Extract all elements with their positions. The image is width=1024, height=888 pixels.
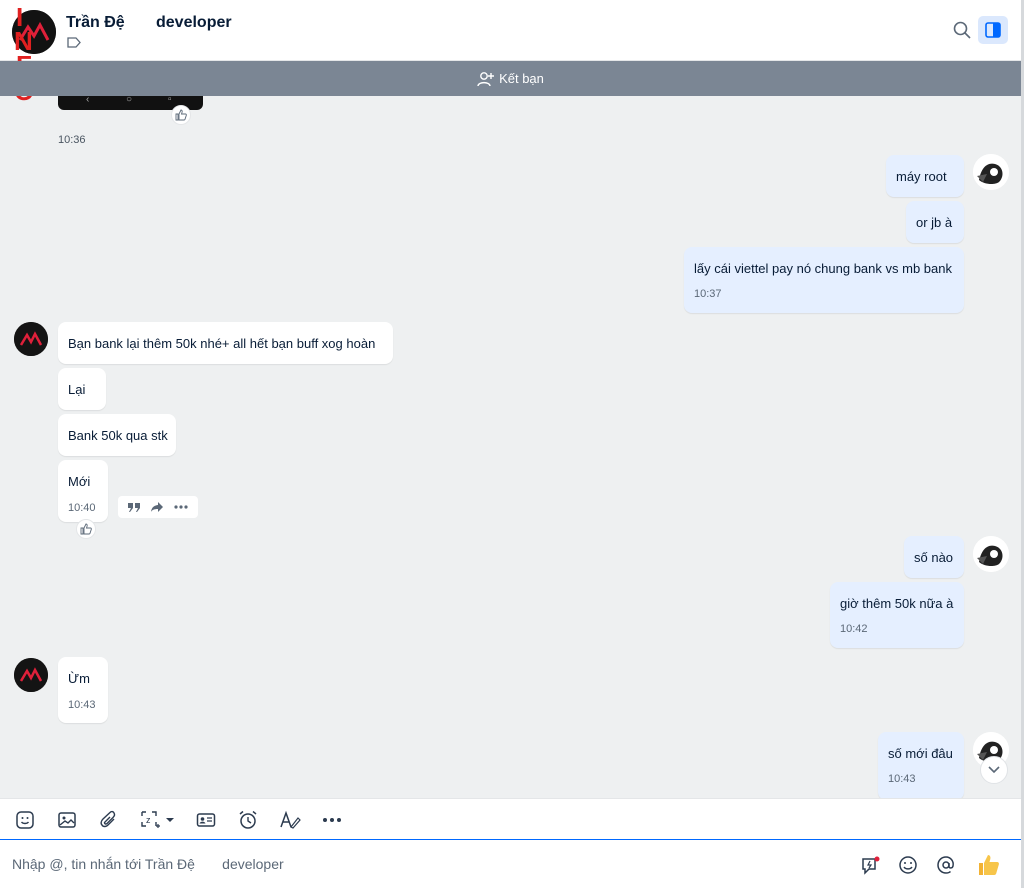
emoji-button[interactable] xyxy=(897,854,919,876)
contact-avatar-small[interactable] xyxy=(14,322,48,356)
message-bubble-outgoing[interactable]: máy root xyxy=(886,155,964,197)
message-bubble-outgoing[interactable]: or jb à xyxy=(906,201,964,243)
message-bubble-incoming[interactable]: Bank 50k qua stk xyxy=(58,414,176,456)
reminder-button[interactable] xyxy=(237,809,259,831)
message-text: Bạn bank lại thêm 50k nhé+ all hết bạn b… xyxy=(68,336,376,351)
sticker-icon xyxy=(16,811,34,829)
my-avatar[interactable] xyxy=(973,536,1009,572)
message-actions xyxy=(118,496,198,518)
screenshot-button[interactable]: z xyxy=(138,809,178,831)
search-icon[interactable] xyxy=(952,20,972,40)
message-time: 10:42 xyxy=(840,623,868,635)
message-time: 10:43 xyxy=(68,699,96,711)
tag-icon[interactable] xyxy=(67,37,81,48)
message-time: 10:36 xyxy=(58,134,86,146)
message-bubble-outgoing[interactable]: lấy cái viettel pay nó chung bank vs mb … xyxy=(684,247,964,313)
message-input[interactable] xyxy=(12,854,612,874)
composer xyxy=(0,840,1021,888)
message-bubble-incoming[interactable]: Mới 10:40 xyxy=(58,460,108,522)
message-text: lấy cái viettel pay nó chung bank vs mb … xyxy=(694,261,952,276)
message-time: 10:40 xyxy=(68,502,96,514)
contact-card-icon xyxy=(196,813,216,827)
attach-file-button[interactable] xyxy=(98,809,120,831)
quick-message-button[interactable] xyxy=(860,854,882,876)
sticker-button[interactable] xyxy=(14,809,36,831)
screenshot-icon: z xyxy=(141,811,174,828)
image-icon xyxy=(58,812,76,828)
message-text: máy root xyxy=(896,169,947,184)
contact-name[interactable]: Trần Đệ xyxy=(66,14,125,32)
message-text: số mới đâu xyxy=(888,746,953,761)
send-contact-card-button[interactable] xyxy=(195,809,217,831)
svg-text:z: z xyxy=(146,815,151,825)
text-format-icon xyxy=(280,810,301,829)
paperclip-icon xyxy=(100,810,116,828)
message-list[interactable]: ‹ ○ ▫ 10:36 máy root or jb à lấy cái viett… xyxy=(0,96,1021,798)
at-sign-icon xyxy=(937,856,954,874)
send-image-button[interactable] xyxy=(56,809,78,831)
composer-toolbar: z xyxy=(0,798,1021,840)
contact-avatar-small[interactable] xyxy=(14,658,48,692)
message-time: 10:37 xyxy=(694,288,722,300)
react-like-icon[interactable] xyxy=(76,519,96,539)
message-bubble-outgoing[interactable]: số mới đâu 10:43 xyxy=(878,732,964,798)
message-text: Bank 50k qua stk xyxy=(68,428,168,443)
thumbs-up-icon xyxy=(979,855,999,875)
send-like-button[interactable] xyxy=(976,854,1002,876)
more-options-button[interactable] xyxy=(321,809,343,831)
message-bubble-outgoing[interactable]: giờ thêm 50k nữa à 10:42 xyxy=(830,582,964,648)
toggle-sidebar-button[interactable] xyxy=(978,16,1008,44)
emoji-icon xyxy=(899,856,917,874)
add-friend-bar[interactable]: Kết bạn xyxy=(0,61,1021,96)
my-avatar[interactable] xyxy=(973,154,1009,190)
scroll-to-bottom-button[interactable] xyxy=(980,756,1008,784)
mention-button[interactable] xyxy=(935,854,957,876)
text-format-button[interactable] xyxy=(279,809,301,831)
message-bubble-incoming[interactable]: Ừm 10:43 xyxy=(58,657,108,723)
message-text: Mới xyxy=(68,474,91,489)
message-text: Ừm xyxy=(68,671,90,686)
message-time: 10:43 xyxy=(888,773,916,785)
message-bubble-outgoing[interactable]: số nào xyxy=(904,536,964,578)
add-friend-icon xyxy=(477,71,495,86)
contact-role[interactable]: developer xyxy=(156,14,232,32)
message-bubble-incoming[interactable]: Lại xyxy=(58,368,106,410)
message-text: or jb à xyxy=(916,215,953,230)
quote-icon[interactable] xyxy=(127,501,141,513)
message-text: Lại xyxy=(68,382,86,397)
chevron-down-icon xyxy=(988,766,1000,774)
message-text: giờ thêm 50k nữa à xyxy=(840,596,954,611)
conversation-header: I N F O Trần Đệ developer xyxy=(0,0,1021,106)
message-bubble-incoming[interactable]: Bạn bank lại thêm 50k nhé+ all hết bạn b… xyxy=(58,322,393,364)
more-icon xyxy=(323,818,341,822)
more-icon[interactable] xyxy=(173,501,189,513)
quick-message-icon xyxy=(862,856,880,875)
alarm-clock-icon xyxy=(239,810,257,829)
add-friend-label: Kết bạn xyxy=(499,71,544,86)
message-text: số nào xyxy=(914,550,954,565)
sidebar-panel-icon xyxy=(985,22,1001,38)
chat-window: I N F O Trần Đệ developer Kết bạn ‹○▫ 10… xyxy=(0,0,1024,888)
forward-icon[interactable] xyxy=(150,501,164,513)
react-like-icon[interactable] xyxy=(171,105,191,125)
